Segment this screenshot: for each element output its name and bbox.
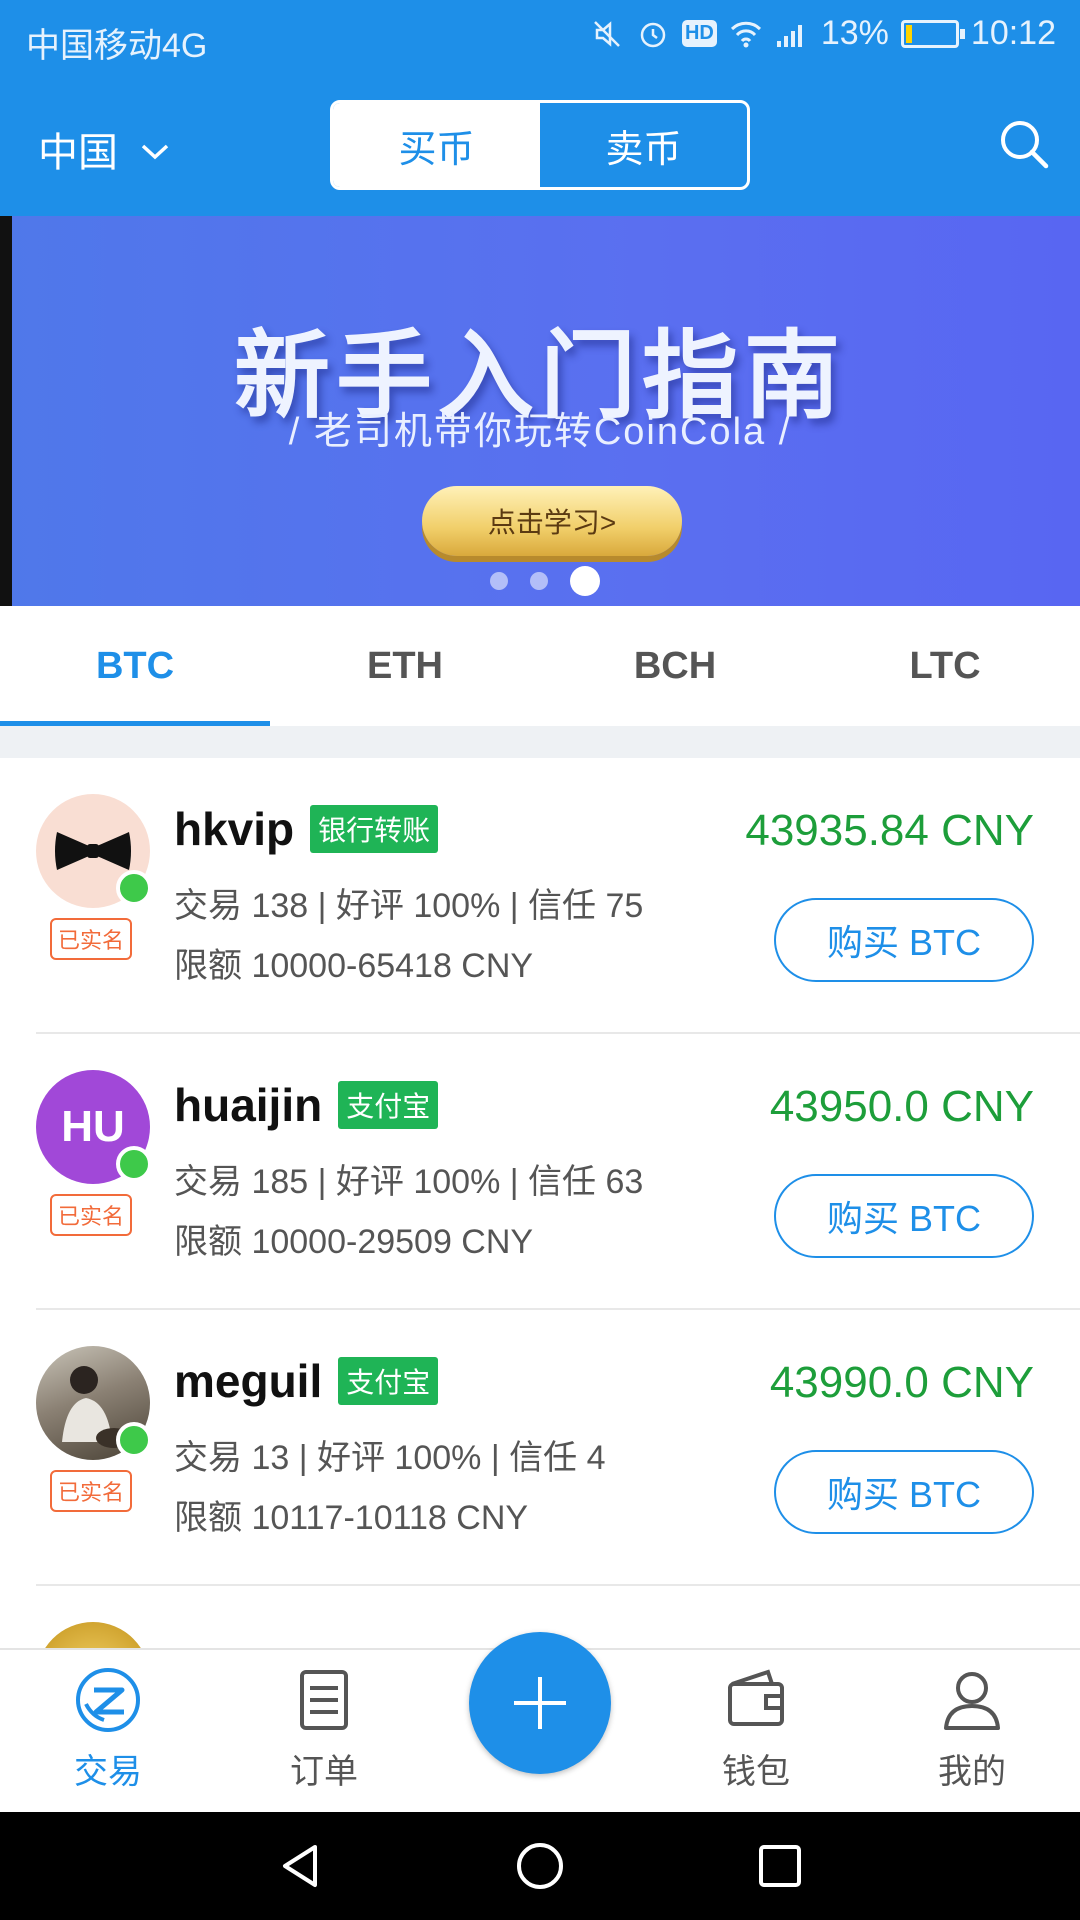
- buy-btc-button[interactable]: 购买 BTC: [774, 1450, 1034, 1534]
- carousel-dot-active[interactable]: [570, 566, 600, 596]
- plus-icon: [514, 1677, 566, 1729]
- listing-list[interactable]: 已实名 hkvip 银行转账 交易 138 | 好评 100% | 信任 75 …: [0, 758, 1080, 1648]
- trader-name-row: hkvip 银行转账: [174, 802, 439, 856]
- listing-row[interactable]: 已实名 hkvip 银行转账 交易 138 | 好评 100% | 信任 75 …: [36, 758, 1080, 1034]
- nav-profile-label: 我的: [938, 1753, 1006, 1791]
- nav-orders-label: 订单: [290, 1753, 358, 1791]
- orders-icon: [300, 1670, 348, 1730]
- trade-limit: 限额 10000-29509 CNY: [174, 1223, 534, 1261]
- nav-wallet-label: 钱包: [722, 1753, 790, 1791]
- nav-wallet[interactable]: 钱包: [648, 1650, 864, 1812]
- carousel-indicator: [0, 566, 1080, 596]
- status-icons: HD 13% 10:12: [590, 14, 1056, 53]
- nav-profile[interactable]: 我的: [864, 1650, 1080, 1812]
- avatar-initials: HU: [61, 1102, 125, 1151]
- listing-price: 43950.0 CNY: [769, 1082, 1034, 1131]
- recents-icon[interactable]: [755, 1841, 805, 1891]
- tab-btc[interactable]: BTC: [0, 606, 270, 726]
- nav-trade[interactable]: 交易: [0, 1650, 216, 1812]
- signal-icon: [775, 17, 809, 51]
- app-header: 中国 买币 卖币: [0, 76, 1080, 216]
- section-divider: [0, 726, 1080, 758]
- add-button[interactable]: [469, 1632, 611, 1774]
- promo-banner[interactable]: 新手入门指南 / 老司机带你玩转CoinCola / 点击学习>: [0, 216, 1080, 606]
- alarm-icon: [636, 17, 670, 51]
- listing-row[interactable]: HU 已实名 huaijin 支付宝 交易 185 | 好评 100% | 信任…: [36, 1034, 1080, 1310]
- back-icon[interactable]: [275, 1841, 325, 1891]
- buy-tab[interactable]: 买币: [333, 103, 540, 187]
- online-status-dot: [116, 1422, 152, 1458]
- verified-badge: 已实名: [50, 918, 132, 960]
- carousel-dot[interactable]: [490, 572, 508, 590]
- payment-method-tag: 银行转账: [310, 805, 439, 853]
- sell-tab[interactable]: 卖币: [540, 103, 747, 187]
- verified-badge: 已实名: [50, 1470, 132, 1512]
- trade-icon: [76, 1668, 140, 1732]
- trader-username[interactable]: meguil: [174, 1354, 322, 1408]
- trader-username[interactable]: huaijin: [174, 1078, 322, 1132]
- banner-subtitle: / 老司机带你玩转CoinCola /: [288, 411, 792, 453]
- online-status-dot: [116, 870, 152, 906]
- mute-icon: [590, 17, 624, 51]
- listing-row[interactable]: 已实名 meguil 支付宝 交易 13 | 好评 100% | 信任 4 限额…: [36, 1310, 1080, 1586]
- avatar[interactable]: [36, 1622, 150, 1648]
- tab-bch[interactable]: BCH: [540, 606, 810, 726]
- online-status-dot: [116, 1146, 152, 1182]
- tab-ltc[interactable]: LTC: [810, 606, 1080, 726]
- region-label: 中国: [38, 131, 118, 175]
- trader-stats: 交易 138 | 好评 100% | 信任 75: [174, 887, 644, 925]
- coin-tabs: BTC ETH BCH LTC: [0, 606, 1080, 726]
- system-nav-bar: [0, 1812, 1080, 1920]
- clock: 10:12: [970, 14, 1056, 52]
- listing-price: 43935.84 CNY: [745, 806, 1034, 855]
- trader-name-row: meguil 支付宝: [174, 1354, 439, 1408]
- trade-limit: 限额 10117-10118 CNY: [174, 1499, 529, 1537]
- region-selector[interactable]: 中国: [38, 120, 170, 178]
- nav-trade-label: 交易: [74, 1753, 142, 1791]
- search-icon[interactable]: [996, 116, 1052, 172]
- chevron-down-icon: [140, 127, 170, 172]
- trader-name-row: huaijin 支付宝: [174, 1078, 439, 1132]
- carrier-label: 中国移动4G: [26, 27, 208, 65]
- verified-badge: 已实名: [50, 1194, 132, 1236]
- status-bar: 中国移动4G HD 13% 10:12: [0, 0, 1080, 76]
- profile-icon: [944, 1672, 1000, 1730]
- battery-percent: 13%: [820, 14, 889, 52]
- home-icon[interactable]: [515, 1841, 565, 1891]
- listing-price: 43990.0 CNY: [769, 1358, 1034, 1407]
- payment-method-tag: 支付宝: [338, 1081, 439, 1129]
- trader-stats: 交易 13 | 好评 100% | 信任 4: [174, 1439, 606, 1477]
- trade-limit: 限额 10000-65418 CNY: [174, 947, 534, 985]
- buy-sell-toggle: 买币 卖币: [330, 100, 750, 190]
- wifi-icon: [729, 17, 763, 51]
- carousel-dot[interactable]: [530, 572, 548, 590]
- buy-btc-button[interactable]: 购买 BTC: [774, 1174, 1034, 1258]
- buy-btc-button[interactable]: 购买 BTC: [774, 898, 1034, 982]
- bowtie-icon: [55, 832, 131, 870]
- trader-stats: 交易 185 | 好评 100% | 信任 63: [174, 1163, 644, 1201]
- nav-orders[interactable]: 订单: [216, 1650, 432, 1812]
- tab-eth[interactable]: ETH: [270, 606, 540, 726]
- banner-cta-button[interactable]: 点击学习>: [422, 486, 682, 556]
- battery-icon: [900, 19, 965, 48]
- payment-method-tag: 支付宝: [338, 1357, 439, 1405]
- trader-username[interactable]: hkvip: [174, 802, 294, 856]
- wallet-icon: [728, 1669, 784, 1726]
- hd-icon: HD: [681, 20, 717, 47]
